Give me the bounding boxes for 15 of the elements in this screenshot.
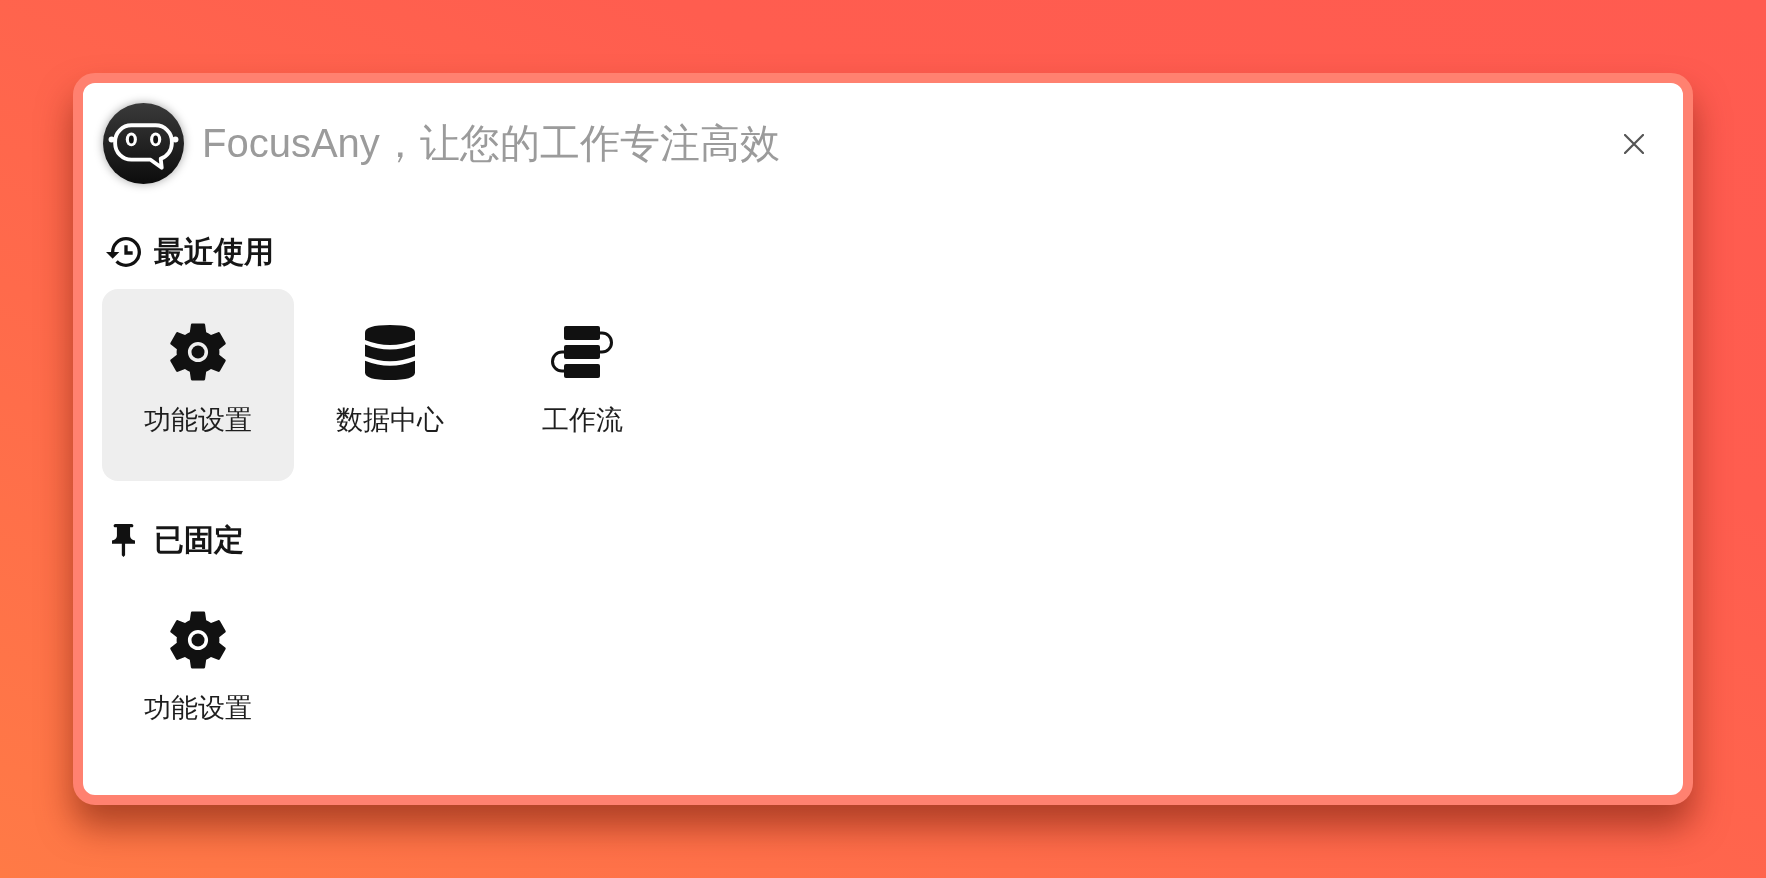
section-title: 已固定 <box>154 522 244 558</box>
app-tile[interactable]: 工作流 <box>486 289 678 481</box>
gear-icon <box>170 322 226 382</box>
app-tile[interactable]: 功能设置 <box>102 289 294 481</box>
database-icon <box>365 324 415 380</box>
app-tile[interactable]: 功能设置 <box>102 577 294 769</box>
close-icon <box>1624 133 1644 154</box>
workflow-icon <box>550 324 614 380</box>
history-icon <box>105 237 141 267</box>
app-tile[interactable]: 数据中心 <box>294 289 486 481</box>
section-title: 最近使用 <box>154 234 274 270</box>
pin-icon <box>111 523 135 557</box>
robot-logo-icon <box>103 103 184 184</box>
search-field[interactable]: FocusAny，让您的工作专注高效 <box>202 115 1614 172</box>
gear-icon <box>170 610 226 670</box>
